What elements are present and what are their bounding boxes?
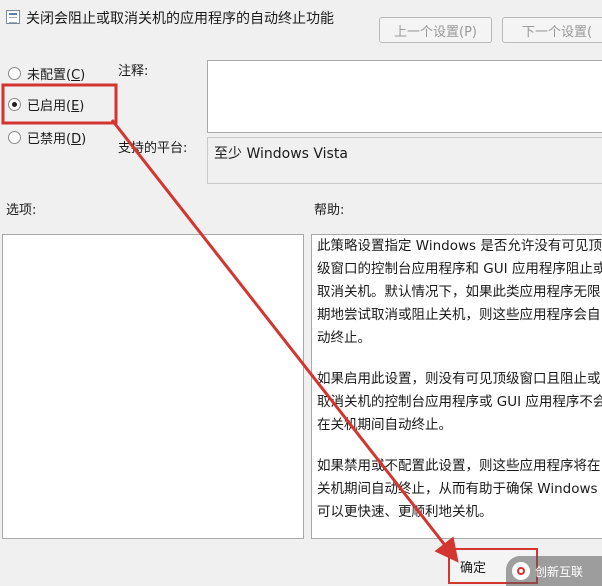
help-paragraph: 此策略设置指定 Windows 是否允许没有可见顶级窗口的控制台应用程序和 GU…	[317, 238, 602, 346]
radio-label-disabled: 已禁用(D)	[27, 132, 87, 147]
comment-label: 注释:	[118, 64, 149, 79]
radio-not-configured[interactable]: 未配置(C)	[8, 64, 85, 83]
help-label: 帮助:	[314, 203, 345, 218]
next-setting-button[interactable]: 下一个设置(	[502, 17, 602, 43]
policy-setting-icon	[6, 10, 20, 24]
radio-enabled[interactable]: 已启用(E)	[8, 95, 84, 114]
supported-platforms-value: 至少 Windows Vista	[214, 146, 348, 162]
radio-circle-icon[interactable]	[8, 131, 21, 144]
options-label: 选项:	[6, 203, 37, 218]
radio-circle-icon[interactable]	[8, 67, 21, 80]
options-pane[interactable]	[2, 234, 304, 539]
comment-textarea[interactable]	[207, 60, 602, 133]
help-paragraph: 如果禁用或不配置此设置，则这些应用程序将在关机期间自动终止，从而有助于确保 Wi…	[317, 458, 601, 520]
help-text: 此策略设置指定 Windows 是否允许没有可见顶级窗口的控制台应用程序和 GU…	[312, 235, 602, 524]
help-pane[interactable]: 此策略设置指定 Windows 是否允许没有可见顶级窗口的控制台应用程序和 GU…	[311, 234, 602, 539]
watermark-logo-icon	[512, 562, 530, 580]
radio-checked-icon[interactable]	[8, 98, 21, 111]
radio-label-not-configured: 未配置(C)	[27, 68, 86, 83]
previous-setting-button[interactable]: 上一个设置(P)	[379, 17, 492, 43]
watermark: 创新互联	[506, 556, 602, 586]
radio-disabled[interactable]: 已禁用(D)	[8, 128, 86, 147]
help-paragraph: 如果启用此设置，则没有可见顶级窗口且阻止或取消关机的控制台应用程序或 GUI 应…	[317, 371, 602, 433]
supported-platforms-label: 支持的平台:	[118, 141, 188, 156]
watermark-text: 创新互联	[535, 564, 584, 579]
supported-platforms-box: 至少 Windows Vista	[207, 137, 602, 184]
setting-title: 关闭会阻止或取消关机的应用程序的自动终止功能	[26, 11, 334, 27]
radio-label-enabled: 已启用(E)	[27, 99, 85, 114]
